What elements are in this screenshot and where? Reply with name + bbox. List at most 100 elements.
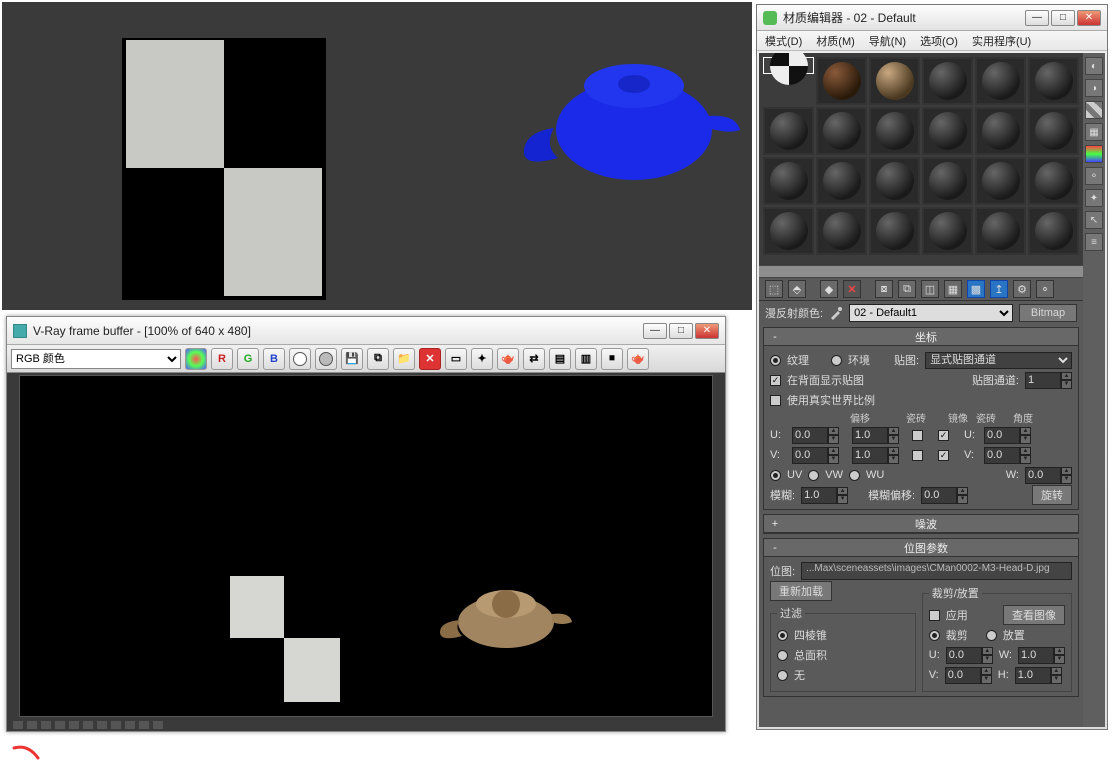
close-button[interactable]: ✕: [1077, 10, 1101, 26]
maximize-button[interactable]: □: [1051, 10, 1075, 26]
red-channel-button[interactable]: R: [211, 348, 233, 370]
material-slot-22[interactable]: [922, 207, 973, 255]
assign-icon[interactable]: ◆: [820, 280, 838, 298]
material-slot-24[interactable]: [1028, 207, 1079, 255]
v-angle[interactable]: ▲▼: [984, 447, 1040, 464]
chk-realworld[interactable]: [770, 395, 781, 406]
link-icon[interactable]: ⇄: [523, 348, 545, 370]
stop-icon[interactable]: ⏹: [601, 348, 623, 370]
get-material-icon[interactable]: ⬚: [765, 280, 783, 298]
reload-button[interactable]: 重新加载: [770, 581, 832, 601]
u-tile[interactable]: ▲▼: [852, 427, 908, 444]
bitmap-path-button[interactable]: ...Max\sceneassets\images\CMan0002-M3-He…: [801, 562, 1072, 580]
panel-b-icon[interactable]: ▥: [575, 348, 597, 370]
material-type-button[interactable]: Bitmap: [1019, 304, 1077, 322]
sample-uv-icon[interactable]: ▦: [1085, 123, 1103, 141]
minimize-button[interactable]: —: [1025, 10, 1049, 26]
rotate-button[interactable]: 旋转: [1032, 485, 1072, 505]
material-slot-4[interactable]: [922, 57, 973, 105]
material-slot-13[interactable]: [763, 157, 814, 205]
rollup-bitmap-header[interactable]: -位图参数: [764, 539, 1078, 557]
material-slot-14[interactable]: [816, 157, 867, 205]
radio-crop[interactable]: [929, 630, 940, 641]
menu-util[interactable]: 实用程序(U): [972, 33, 1031, 49]
u-mirror[interactable]: [912, 430, 923, 441]
vfb-render-canvas[interactable]: [19, 375, 713, 717]
mono-white-button[interactable]: [289, 348, 311, 370]
material-slot-8[interactable]: [816, 107, 867, 155]
material-slot-17[interactable]: [975, 157, 1026, 205]
clone-icon[interactable]: ▭: [445, 348, 467, 370]
green-channel-button[interactable]: G: [237, 348, 259, 370]
copy-icon[interactable]: ⧉: [367, 348, 389, 370]
material-slot-23[interactable]: [975, 207, 1026, 255]
material-slot-3[interactable]: [869, 57, 920, 105]
material-slot-1[interactable]: [763, 57, 814, 74]
radio-uv[interactable]: [770, 470, 781, 481]
sample-type-icon[interactable]: ◐: [1085, 57, 1103, 75]
radio-summed[interactable]: [777, 650, 788, 661]
backlight-icon[interactable]: ◑: [1085, 79, 1103, 97]
video-check-icon[interactable]: [1085, 145, 1103, 163]
rollup-coordinates-header[interactable]: -坐标: [764, 328, 1078, 346]
viewport[interactable]: [2, 2, 752, 310]
put-lib-icon[interactable]: ⧉: [898, 280, 916, 298]
material-slot-11[interactable]: [975, 107, 1026, 155]
menu-mode[interactable]: 模式(D): [765, 33, 802, 49]
minimize-button[interactable]: —: [643, 323, 667, 339]
w-angle[interactable]: ▲▼: [1025, 467, 1072, 484]
material-slot-2[interactable]: [816, 57, 867, 105]
go-parent-icon[interactable]: ↥: [990, 280, 1008, 298]
u-offset[interactable]: ▲▼: [792, 427, 848, 444]
vfb-titlebar[interactable]: V-Ray frame buffer - [100% of 640 x 480]…: [7, 317, 725, 345]
options-icon[interactable]: ⚬: [1036, 280, 1054, 298]
palette-icon[interactable]: [185, 348, 207, 370]
close-button[interactable]: ✕: [695, 323, 719, 339]
material-slot-15[interactable]: [869, 157, 920, 205]
chk-apply[interactable]: [929, 610, 940, 621]
menu-material[interactable]: 材质(M): [816, 33, 855, 49]
radio-vw[interactable]: [808, 470, 819, 481]
view-image-button[interactable]: 查看图像: [1003, 605, 1065, 625]
make-preview-icon[interactable]: ⚬: [1085, 167, 1103, 185]
material-slot-9[interactable]: [869, 107, 920, 155]
v-mirror[interactable]: [912, 450, 923, 461]
mat-titlebar[interactable]: 材质编辑器 - 02 - Default — □ ✕: [757, 5, 1107, 31]
background-icon[interactable]: [1085, 101, 1103, 119]
radio-place[interactable]: [986, 630, 997, 641]
panel-a-icon[interactable]: ▤: [549, 348, 571, 370]
matid-icon[interactable]: ◫: [921, 280, 939, 298]
material-slot-21[interactable]: [869, 207, 920, 255]
matlist-icon[interactable]: ≡: [1085, 233, 1103, 251]
slot-scrollbar[interactable]: [759, 265, 1083, 277]
radio-env[interactable]: [831, 355, 842, 366]
material-slot-18[interactable]: [1028, 157, 1079, 205]
maximize-button[interactable]: □: [669, 323, 693, 339]
radio-wu[interactable]: [849, 470, 860, 481]
select-by-mat-icon[interactable]: ↖: [1085, 211, 1103, 229]
make-unique-icon[interactable]: ⧇: [875, 280, 893, 298]
channel-select[interactable]: RGB 颜色: [11, 349, 181, 369]
show-end-icon[interactable]: ▩: [967, 280, 985, 298]
eyedropper-icon[interactable]: [829, 306, 843, 320]
v-offset[interactable]: ▲▼: [792, 447, 848, 464]
mapping-select[interactable]: 显式贴图通道: [925, 352, 1072, 369]
render-icon[interactable]: 🫖: [627, 348, 649, 370]
material-slot-16[interactable]: [922, 157, 973, 205]
material-slot-12[interactable]: [1028, 107, 1079, 155]
material-slot-19[interactable]: [763, 207, 814, 255]
material-slot-20[interactable]: [816, 207, 867, 255]
crop-w[interactable]: ▲▼: [1018, 647, 1065, 664]
map-channel-spinner[interactable]: ▲▼: [1025, 372, 1072, 389]
track-icon[interactable]: 🫖: [497, 348, 519, 370]
material-slot-7[interactable]: [763, 107, 814, 155]
menu-nav[interactable]: 导航(N): [869, 33, 906, 49]
material-name-select[interactable]: 02 - Default1: [849, 304, 1013, 322]
folder-icon[interactable]: 📁: [393, 348, 415, 370]
blur-spinner[interactable]: ▲▼: [801, 487, 848, 504]
u-angle[interactable]: ▲▼: [984, 427, 1040, 444]
options-icon[interactable]: ✦: [1085, 189, 1103, 207]
mono-grey-button[interactable]: [315, 348, 337, 370]
radio-none[interactable]: [777, 670, 788, 681]
menu-options[interactable]: 选项(O): [920, 33, 958, 49]
